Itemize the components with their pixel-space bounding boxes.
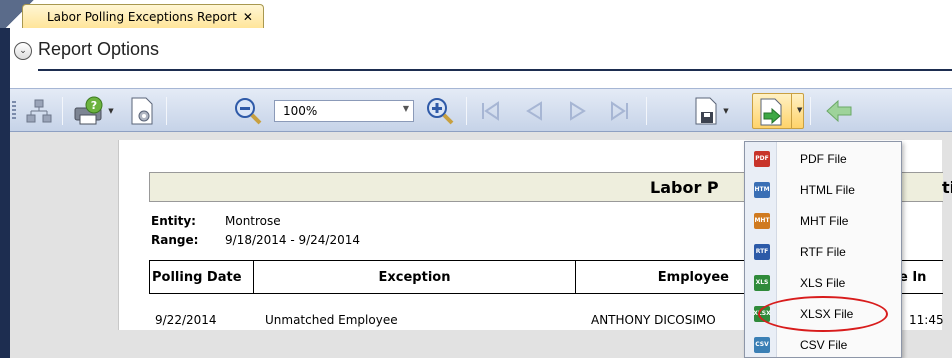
first-page-icon [482,101,499,121]
zoom-out-button[interactable] [228,95,268,127]
mht-file-icon: MHT [754,212,770,229]
highlight-ring [758,296,888,332]
page-setup-button[interactable] [124,95,160,127]
document-map-button[interactable] [22,95,56,127]
next-page-button[interactable] [560,95,596,127]
cell-employee: ANTHONY DICOSIMO [591,313,716,327]
column-header-exception: Exception [253,260,575,294]
menu-item-label: HTML File [800,182,855,197]
save-button[interactable]: ▼ [686,95,736,127]
cell-time-in: 11:45 [909,313,944,327]
menu-item-label: PDF File [800,151,847,166]
chevron-down-icon[interactable]: ▼ [723,107,728,115]
cell-exception: Unmatched Employee [265,313,398,327]
menu-item-rtf-file[interactable]: RTF RTF File [745,236,901,267]
zoom-select[interactable]: 100% ▼ [274,100,414,122]
pdf-file-icon: PDF [754,150,770,167]
zoom-in-icon [427,98,454,125]
previous-page-button[interactable] [516,95,552,127]
menu-item-xls-file[interactable]: XLS XLS File [745,267,901,298]
report-options-panel: ⌄ Report Options [10,28,952,84]
back-icon [826,99,852,123]
print-button[interactable]: ? ▼ [68,95,118,127]
column-header-polling-date: Polling Date [149,260,253,294]
html-file-icon: HTM [754,181,770,198]
range-value: 9/18/2014 - 9/24/2014 [225,233,361,247]
tab-strip: Labor Polling Exceptions Report ✕ [0,0,952,28]
menu-item-csv-file[interactable]: CSV CSV File [745,329,901,357]
range-row: Range: 9/18/2014 - 9/24/2014 [151,233,360,247]
zoom-out-icon [235,98,262,125]
next-page-icon [570,101,586,121]
xls-file-icon: XLS [754,274,770,291]
chevron-down-icon[interactable]: ▼ [797,106,802,114]
column-header-time-in: e In [899,260,943,294]
menu-item-html-file[interactable]: HTM HTML File [745,174,901,205]
print-icon: ? [74,96,103,125]
column-header-employee: Employee [575,260,745,294]
tab-labor-polling-exceptions-report[interactable]: Labor Polling Exceptions Report ✕ [22,4,264,28]
document-map-icon [26,99,52,123]
rtf-file-icon: RTF [754,243,770,260]
split-divider [791,94,792,128]
entity-label: Entity: [151,214,196,228]
save-icon [695,97,717,125]
previous-page-icon [526,101,542,121]
cell-polling-date: 9/22/2014 [155,313,217,327]
toolbar-grip[interactable] [12,101,16,121]
report-title: Labor P [650,178,719,197]
chevron-down-icon[interactable]: ▼ [403,104,409,113]
zoom-in-button[interactable] [420,95,460,127]
csv-file-icon: CSV [754,336,770,353]
page-setup-icon [131,97,153,125]
tab-label: Labor Polling Exceptions Report [47,9,237,24]
last-page-button[interactable] [602,95,638,127]
last-page-icon [611,101,628,121]
chevron-down-icon[interactable]: ⌄ [14,42,32,60]
svg-text:?: ? [91,99,97,112]
zoom-value: 100% [283,104,318,118]
first-page-button[interactable] [472,95,508,127]
toolbar-separator [62,97,63,125]
report-toolbar: ? ▼ 100% ▼ ▼ ▼ [10,88,952,132]
back-button[interactable] [820,95,860,127]
menu-item-mht-file[interactable]: MHT MHT File [745,205,901,236]
toolbar-separator [466,97,467,125]
menu-item-label: MHT File [800,213,849,228]
menu-item-label: XLS File [800,275,846,290]
entity-value: Montrose [225,214,281,228]
entity-row: Entity: Montrose [151,214,281,228]
report-options-title[interactable]: Report Options [38,39,159,60]
divider [38,69,952,71]
menu-item-label: CSV File [800,337,848,352]
close-icon[interactable]: ✕ [243,10,253,24]
export-button[interactable]: ▼ [752,93,804,129]
report-title-tail: tions [942,178,952,197]
chevron-down-icon[interactable]: ▼ [108,107,113,115]
menu-item-label: RTF File [800,244,846,259]
toolbar-separator [810,97,811,125]
toolbar-separator [166,97,167,125]
export-icon [760,98,782,126]
toolbar-separator [646,97,647,125]
menu-item-pdf-file[interactable]: PDF PDF File [745,143,901,174]
range-label: Range: [151,233,199,247]
